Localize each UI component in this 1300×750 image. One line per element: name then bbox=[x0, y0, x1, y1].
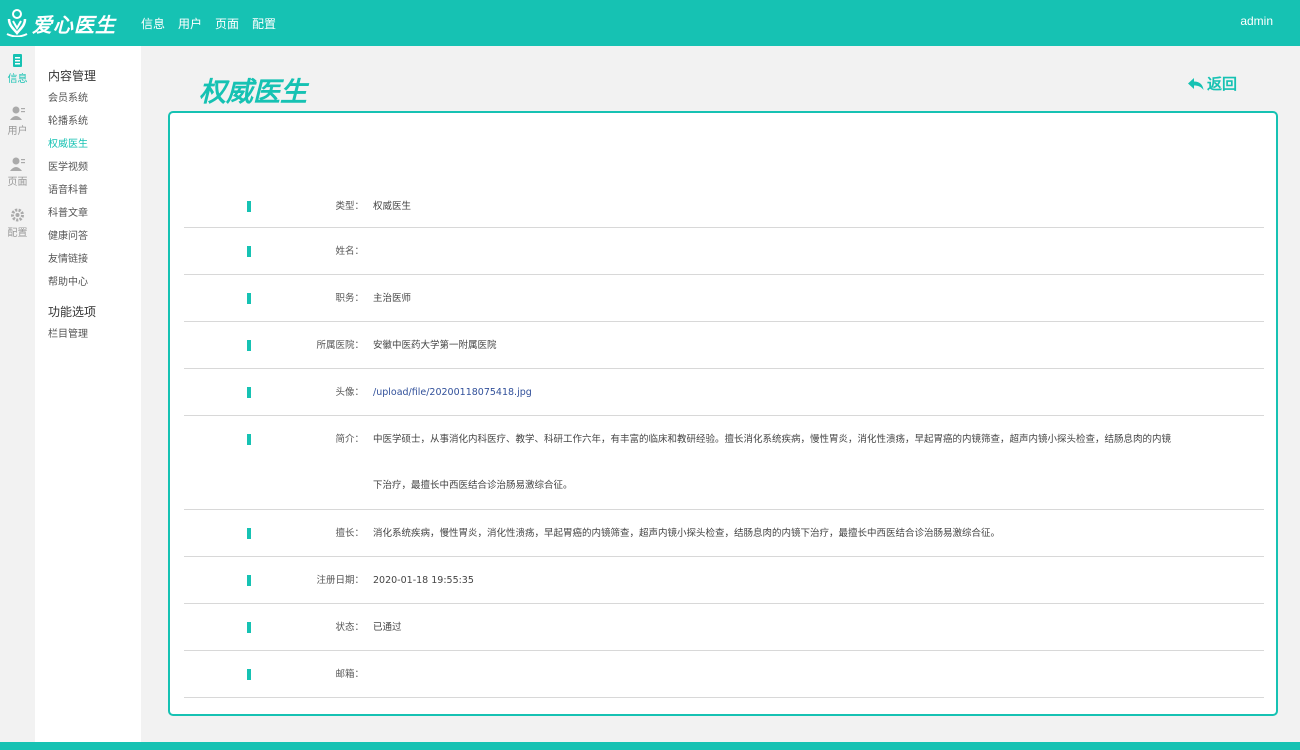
detail-label: 类型： bbox=[335, 201, 364, 212]
detail-row-specialty: 擅长： 消化系统疾病，慢性胃炎，消化性溃疡，早起胃癌的内镜筛查，超声内镜小探头检… bbox=[184, 510, 1264, 557]
detail-row-hospital: 所属医院： 安徽中医药大学第一附属医院 bbox=[184, 322, 1264, 369]
detail-label: 注册日期： bbox=[316, 575, 364, 586]
detail-label: 姓名： bbox=[335, 246, 364, 257]
detail-row-intro: 简介： 中医学硕士，从事消化内科医疗、教学、科研工作六年，有丰富的临床和教研经验… bbox=[184, 416, 1264, 510]
menu-group-functions: 功能选项 bbox=[48, 305, 97, 319]
detail-row-status: 状态： 已通过 bbox=[184, 604, 1264, 651]
detail-label: 擅长： bbox=[335, 528, 364, 539]
back-button[interactable]: 返回 bbox=[1188, 73, 1237, 94]
topnav-info[interactable]: 信息 bbox=[141, 15, 165, 32]
detail-value: 已通过 bbox=[373, 622, 402, 633]
detail-label: 状态： bbox=[335, 622, 364, 633]
app-logo[interactable]: 爱心医生 bbox=[6, 8, 116, 38]
icon-rail: 信息 用户 页面 配置 bbox=[0, 46, 35, 742]
back-label: 返回 bbox=[1207, 75, 1238, 93]
rail-label-pages: 页面 bbox=[7, 177, 28, 188]
detail-label: 职务： bbox=[335, 293, 364, 304]
heart-person-icon bbox=[6, 9, 28, 37]
topnav-config[interactable]: 配置 bbox=[252, 15, 276, 32]
detail-row-type: 类型： 权威医生 bbox=[184, 181, 1264, 228]
rail-label-users: 用户 bbox=[7, 126, 28, 137]
gear-icon bbox=[11, 208, 24, 222]
rail-item-info[interactable]: 信息 bbox=[0, 52, 35, 85]
detail-card: 类型： 权威医生 姓名： 职务： 主治医师 所属医院： 安徽中医药大学第一附属医… bbox=[168, 111, 1278, 716]
detail-label: 所属医院： bbox=[316, 340, 364, 351]
detail-row-reg-date: 注册日期： 2020-01-18 19:55:35 bbox=[184, 557, 1264, 604]
detail-value-continued: 下治疗，最擅长中西医结合诊治肠易激综合征。 bbox=[373, 480, 573, 491]
detail-value: 权威医生 bbox=[373, 201, 412, 212]
app-name: 爱心医生 bbox=[32, 12, 116, 37]
avatar-path-link[interactable]: /upload/file/20200118075418.jpg bbox=[373, 369, 1233, 417]
menu-item-carousel[interactable]: 轮播系统 bbox=[48, 110, 141, 133]
detail-row-avatar: 头像： /upload/file/20200118075418.jpg bbox=[184, 369, 1264, 416]
page-icon bbox=[10, 157, 25, 171]
detail-label: 头像： bbox=[335, 387, 364, 398]
menu-item-members[interactable]: 会员系统 bbox=[48, 87, 141, 110]
menu-item-help[interactable]: 帮助中心 bbox=[48, 271, 141, 294]
document-icon bbox=[13, 54, 22, 67]
top-bar: 爱心医生 信息 用户 页面 配置 admin bbox=[0, 0, 1300, 46]
rail-item-pages[interactable]: 页面 bbox=[0, 155, 35, 188]
rail-item-config[interactable]: 配置 bbox=[0, 206, 35, 239]
bottom-bar bbox=[0, 742, 1300, 750]
top-nav: 信息 用户 页面 配置 bbox=[141, 0, 289, 46]
topnav-users[interactable]: 用户 bbox=[178, 15, 202, 32]
detail-row-name: 姓名： bbox=[184, 228, 1264, 275]
menu-item-columns[interactable]: 栏目管理 bbox=[48, 323, 141, 346]
topnav-pages[interactable]: 页面 bbox=[215, 15, 239, 32]
detail-value: 2020-01-18 19:55:35 bbox=[373, 575, 474, 586]
menu-item-videos[interactable]: 医学视频 bbox=[48, 156, 141, 179]
page-title: 权威医生 bbox=[199, 77, 307, 108]
detail-value: 主治医师 bbox=[373, 293, 412, 304]
detail-value: 消化系统疾病，慢性胃炎，消化性溃疡，早起胃癌的内镜筛查，超声内镜小探头检查，结肠… bbox=[373, 528, 1001, 539]
menu-group-content: 内容管理 bbox=[48, 69, 97, 83]
detail-row-email: 邮箱： bbox=[184, 651, 1264, 698]
rail-label-info: 信息 bbox=[7, 74, 28, 85]
detail-value: 安徽中医药大学第一附属医院 bbox=[373, 340, 497, 351]
menu-item-articles[interactable]: 科普文章 bbox=[48, 202, 141, 225]
detail-row-title: 职务： 主治医师 bbox=[184, 275, 1264, 322]
user-name[interactable]: admin bbox=[1240, 14, 1273, 28]
menu-item-doctors[interactable]: 权威医生 bbox=[48, 133, 141, 156]
menu-item-audio[interactable]: 语音科普 bbox=[48, 179, 141, 202]
detail-value: 中医学硕士，从事消化内科医疗、教学、科研工作六年，有丰富的临床和教研经验。擅长消… bbox=[373, 434, 1172, 445]
menu-item-qa[interactable]: 健康问答 bbox=[48, 225, 141, 248]
detail-label: 邮箱： bbox=[335, 669, 364, 680]
reply-arrow-icon bbox=[1188, 77, 1204, 90]
side-menu: 内容管理 会员系统 轮播系统 权威医生 医学视频 语音科普 科普文章 健康问答 … bbox=[35, 46, 141, 742]
detail-label: 简介： bbox=[335, 434, 364, 445]
menu-item-links[interactable]: 友情链接 bbox=[48, 248, 141, 271]
user-icon bbox=[10, 106, 25, 120]
rail-item-users[interactable]: 用户 bbox=[0, 104, 35, 137]
rail-label-config: 配置 bbox=[7, 228, 28, 239]
